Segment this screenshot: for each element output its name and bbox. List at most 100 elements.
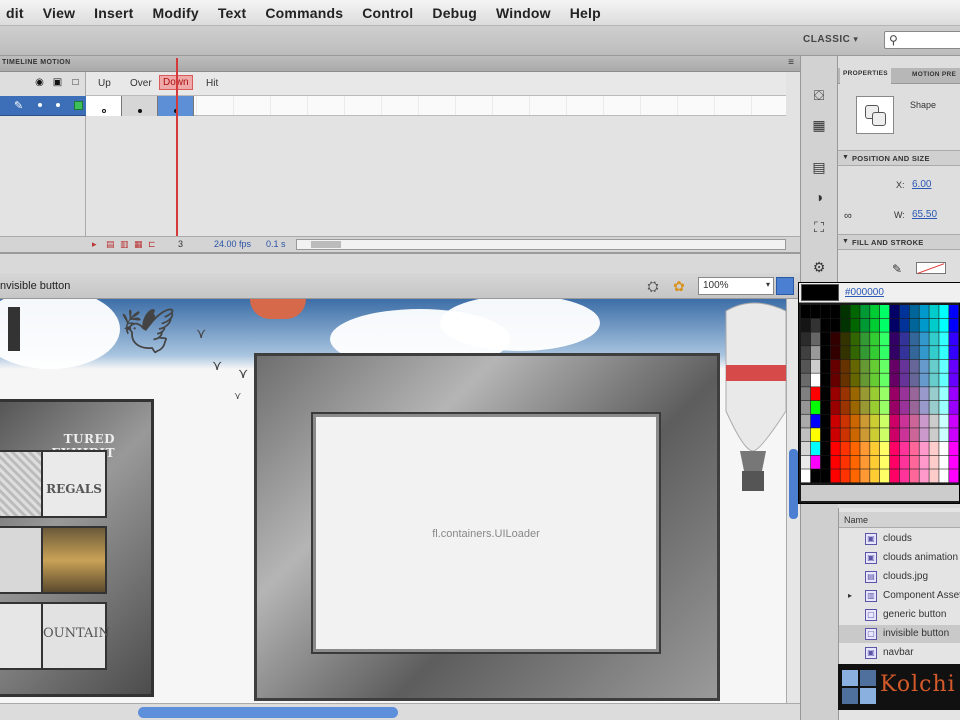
color-swatch[interactable] [840,346,850,360]
color-swatch[interactable] [919,373,929,387]
color-swatch[interactable] [880,400,890,414]
color-swatch[interactable] [810,359,821,373]
scroll-thumb[interactable] [311,241,341,248]
color-swatch[interactable] [939,318,949,332]
menu-window[interactable]: Window [496,5,551,21]
color-swatch[interactable] [801,373,811,387]
color-swatch[interactable] [919,469,929,483]
color-swatch[interactable] [830,414,840,428]
frame-row[interactable] [86,96,786,116]
color-swatch[interactable] [919,428,929,442]
color-swatch[interactable] [880,332,890,346]
scroll-thumb[interactable] [138,707,398,718]
color-swatch[interactable] [830,373,840,387]
color-swatch[interactable] [860,455,870,469]
color-swatch[interactable] [870,359,880,373]
w-value-field[interactable]: 65.50 [912,209,937,220]
color-swatch[interactable] [909,400,919,414]
color-swatch[interactable] [899,318,910,332]
color-swatch[interactable] [860,318,870,332]
stroke-color-swatch[interactable] [916,262,946,274]
color-swatch[interactable] [949,441,959,456]
menu-text[interactable]: Text [218,5,247,21]
color-swatch[interactable] [929,318,939,332]
color-swatch[interactable] [929,332,939,346]
color-swatch[interactable] [909,441,919,456]
menu-edit[interactable]: dit [6,5,24,21]
color-swatch[interactable] [949,305,959,319]
exhibit-thumb-fountain[interactable]: OUNTAIN [41,602,110,670]
transform-panel-icon[interactable]: ⛶ [808,216,830,238]
color-swatch[interactable] [810,387,821,401]
color-swatch[interactable] [801,387,811,401]
library-item[interactable]: ▸ ▥ Component Assets [839,587,960,605]
color-swatch[interactable] [820,305,831,319]
color-swatch[interactable] [820,332,831,346]
color-swatch[interactable] [860,441,870,456]
color-swatch[interactable] [889,332,900,346]
color-swatch[interactable] [909,414,919,428]
color-swatch[interactable] [880,441,890,456]
zoom-select[interactable]: 100% ▾ [698,277,774,295]
current-frame[interactable]: 3 [178,239,183,249]
color-panel-icon[interactable]: ◑ [808,186,830,208]
color-swatch[interactable] [889,455,900,469]
onion-markers-icon[interactable]: ⊏ [148,239,156,250]
color-swatch[interactable] [909,455,919,469]
color-swatch[interactable] [850,373,860,387]
color-swatch[interactable] [840,400,850,414]
color-swatch[interactable] [870,455,880,469]
color-swatch[interactable] [830,359,840,373]
color-swatch[interactable] [889,400,900,414]
keyframe-over[interactable] [122,96,158,116]
color-swatch[interactable] [929,373,939,387]
color-swatch[interactable] [909,332,919,346]
fill-stroke-section[interactable]: ▼ FILL AND STROKE [838,234,960,250]
color-swatch[interactable] [870,373,880,387]
color-swatch[interactable] [850,359,860,373]
color-swatch[interactable] [880,346,890,360]
color-swatch[interactable] [850,414,860,428]
color-swatch[interactable] [949,332,959,346]
color-swatch[interactable] [810,469,821,483]
color-swatch[interactable] [820,373,831,387]
color-swatch[interactable] [860,414,870,428]
color-swatch[interactable] [810,305,821,319]
featured-exhibit-frame[interactable]: TURED EXHIBIT REGALS OUNTAIN [0,399,154,697]
color-swatch[interactable] [929,305,939,319]
color-swatch[interactable] [909,387,919,401]
color-swatch[interactable] [840,414,850,428]
color-swatch[interactable] [939,400,949,414]
swatches-panel-icon[interactable]: ▦ [808,114,830,136]
uiloader-component[interactable]: fl.containers.UILoader [311,412,661,654]
menu-modify[interactable]: Modify [153,5,199,21]
color-swatch[interactable] [889,387,900,401]
color-swatch[interactable] [929,346,939,360]
paint-bucket-icon[interactable]: ⛋ [808,84,830,106]
color-swatch[interactable] [899,359,910,373]
color-swatch[interactable] [899,428,910,442]
color-swatch[interactable] [880,305,890,319]
stage-options-button[interactable] [776,277,794,295]
color-swatch[interactable] [870,318,880,332]
components-panel-icon[interactable]: ⚙ [808,256,830,278]
color-swatch[interactable] [820,414,831,428]
color-swatch[interactable] [850,428,860,442]
color-swatch[interactable] [889,373,900,387]
color-swatch[interactable] [840,441,850,456]
frame-label-over[interactable]: Over [130,78,152,89]
color-swatch[interactable] [949,373,959,387]
color-swatch[interactable] [889,318,900,332]
center-frame-icon[interactable]: ▸ [92,239,97,250]
help-search-input[interactable]: ⚲ [884,31,960,49]
color-swatch[interactable] [909,428,919,442]
color-swatch[interactable] [880,373,890,387]
color-swatch[interactable] [889,441,900,456]
color-swatch[interactable] [939,305,949,319]
color-swatch[interactable] [949,414,959,428]
color-swatch[interactable] [889,414,900,428]
link-icon[interactable]: ∞ [844,210,852,222]
outline-icon[interactable]: □ [70,77,81,88]
color-swatch[interactable] [860,387,870,401]
color-swatch[interactable] [909,346,919,360]
